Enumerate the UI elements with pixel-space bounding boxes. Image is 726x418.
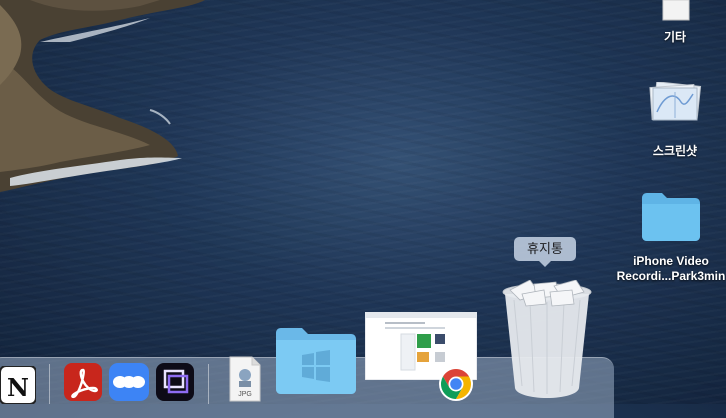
dock-tooltip-arrow [539, 261, 551, 267]
dock-item-jpg-file[interactable]: JPG [226, 355, 264, 407]
dock-app-notion[interactable]: N [0, 365, 37, 408]
desktop-item-label: 스크린샷 [652, 144, 698, 158]
svg-text:N: N [7, 373, 29, 402]
notion-icon: N [0, 365, 37, 405]
document-stack-icon [662, 0, 690, 21]
dock-app-screen[interactable] [156, 363, 194, 405]
folder-icon [642, 193, 700, 241]
acrobat-icon [64, 363, 102, 401]
more-dots-icon [109, 363, 149, 401]
dock-item-windows-folder[interactable] [274, 325, 358, 399]
screenshot-stack-icon [649, 82, 702, 121]
dock-app-more[interactable] [109, 363, 149, 405]
chrome-icon [439, 367, 473, 401]
desktop-item-label-line2: Recordi...Park3min [616, 269, 726, 283]
desktop-item-label: 기타 [663, 30, 687, 44]
desktop-item-etc[interactable]: 기타 [640, 0, 710, 45]
dock-divider [49, 364, 50, 404]
overlap-squares-icon [156, 363, 194, 401]
dock-tooltip: 휴지통 [514, 237, 576, 261]
jpg-badge: JPG [238, 391, 252, 398]
trash-icon [502, 279, 592, 398]
desktop-item-iphone-video-folder[interactable]: iPhone Video Recordi...Park3min [616, 190, 726, 284]
windows-folder-icon [276, 328, 356, 394]
desktop-item-screenshots[interactable]: 스크린샷 [632, 82, 718, 159]
dock-app-chrome[interactable] [438, 366, 474, 406]
dock-divider [208, 364, 209, 404]
dock-app-acrobat[interactable] [64, 363, 102, 405]
dock-app-trash[interactable] [500, 279, 594, 404]
desktop-item-label-line1: iPhone Video [633, 254, 709, 268]
rocky-coast-wallpaper [0, 0, 205, 192]
